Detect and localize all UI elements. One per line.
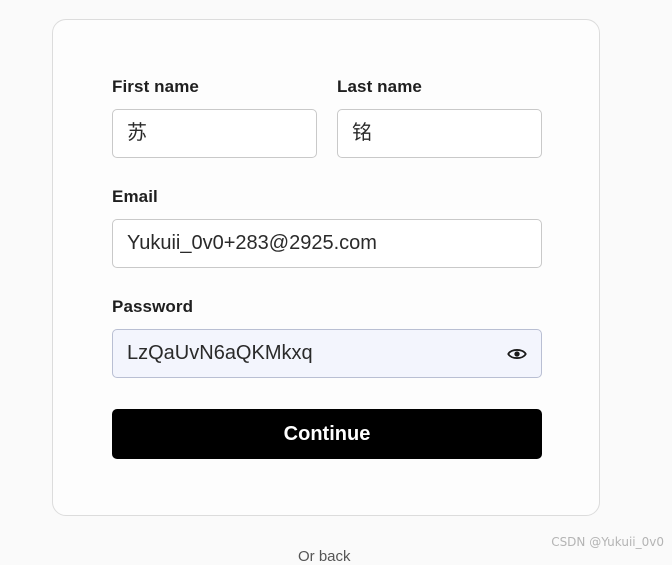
password-input[interactable]: LzQaUvN6aQKMkxq	[127, 342, 313, 364]
email-label: Email	[112, 187, 158, 206]
back-link[interactable]: Or back	[298, 548, 351, 565]
eye-icon[interactable]	[507, 345, 527, 363]
email-input[interactable]: Yukuii_0v0+283@2925.com	[112, 219, 542, 268]
password-label: Password	[112, 297, 194, 316]
last-name-label: Last name	[337, 77, 422, 96]
password-field[interactable]: LzQaUvN6aQKMkxq	[112, 329, 542, 378]
first-name-input[interactable]: 苏	[112, 109, 317, 158]
last-name-input[interactable]: 铭	[337, 109, 542, 158]
first-name-label: First name	[112, 77, 199, 96]
continue-button[interactable]: Continue	[112, 409, 542, 459]
watermark: CSDN @Yukuii_0v0	[551, 535, 664, 549]
